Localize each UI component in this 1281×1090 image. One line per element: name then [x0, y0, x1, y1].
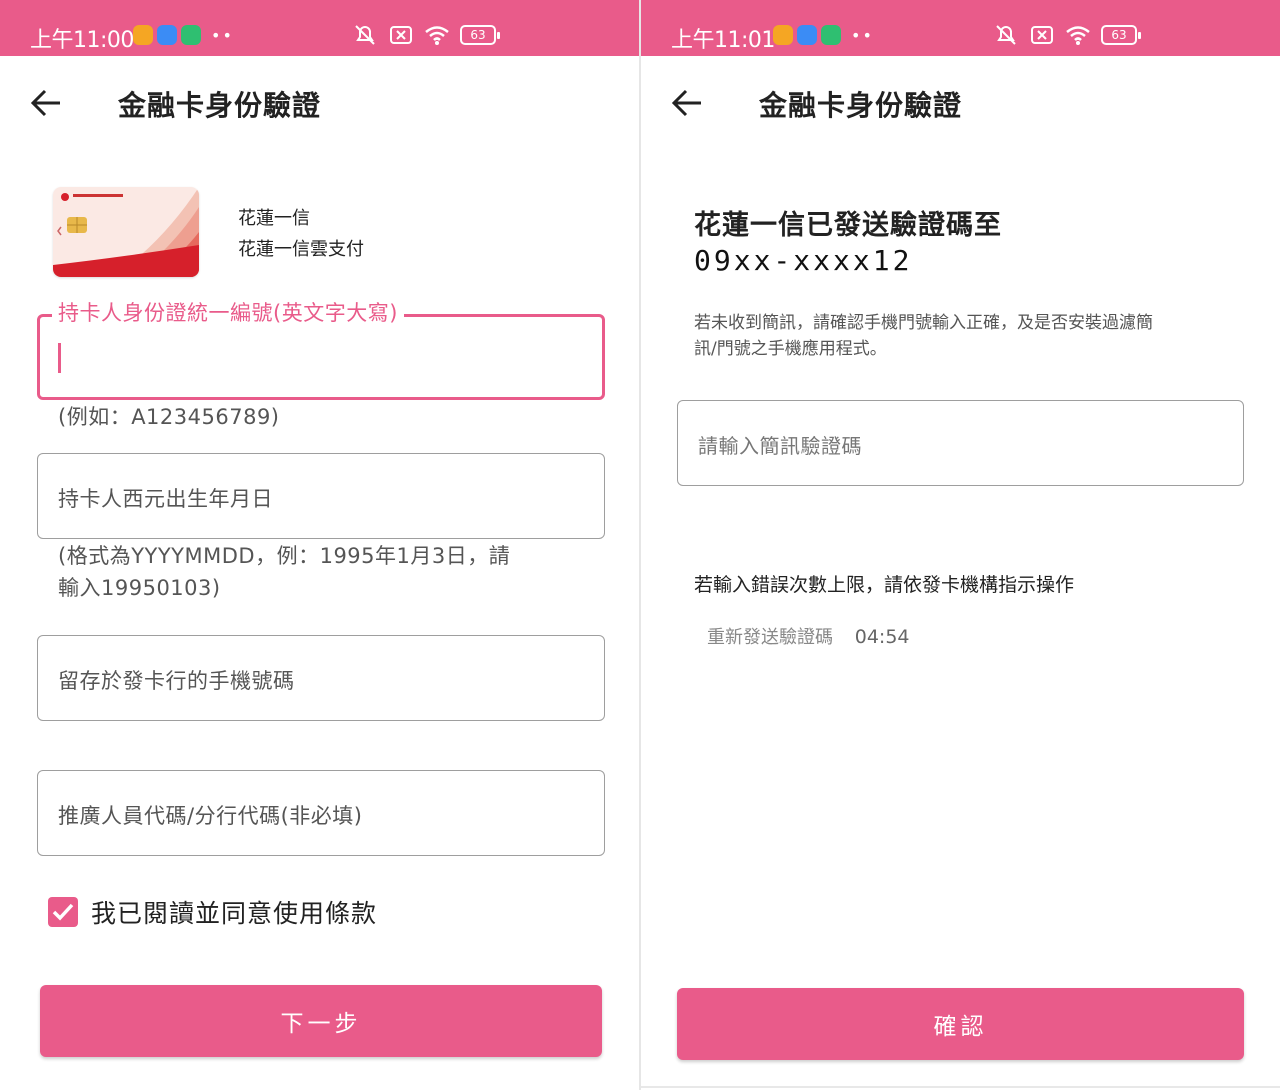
phone-input[interactable]: 留存於發卡行的手機號碼 [37, 635, 605, 721]
notification-icons: •• [133, 25, 234, 45]
app-notification-icon [821, 25, 841, 45]
masked-phone-number: 09xx-xxxx12 [694, 244, 913, 277]
app-bar: 金融卡身份驗證 [641, 56, 1280, 150]
bottom-divider [641, 1086, 1280, 1088]
page-title: 金融卡身份驗證 [118, 89, 322, 122]
otp-placeholder: 請輸入簡訊驗證碼 [698, 434, 862, 458]
app-notification-icon [797, 25, 817, 45]
resend-countdown: 04:54 [854, 626, 910, 648]
no-sim-icon [390, 26, 412, 44]
status-time: 上午11:01 [671, 28, 775, 53]
resend-row: 重新發送驗證碼 04:54 [707, 623, 910, 649]
app-notification-icon [133, 25, 153, 45]
sms-notice-line: 訊/門號之手機應用程式。 [694, 339, 887, 359]
terms-checkbox[interactable] [48, 897, 78, 927]
phone-placeholder: 留存於發卡行的手機號碼 [58, 669, 295, 693]
id-number-input[interactable]: 持卡人身份證統一編號(英文字大寫) [37, 297, 605, 400]
sms-notice: 若未收到簡訊，請確認手機門號輸入正確，及是否安裝過濾簡 訊/門號之手機應用程式。 [694, 310, 1234, 362]
no-sim-icon [1031, 26, 1053, 44]
text-cursor [58, 343, 61, 373]
birthdate-input[interactable]: 持卡人西元出生年月日 [37, 453, 605, 539]
referral-code-input[interactable]: 推廣人員代碼/分行代碼(非必填) [37, 770, 605, 856]
otp-sent-title: 花蓮一信已發送驗證碼至 [694, 210, 1002, 241]
battery-icon: 63 [460, 25, 500, 45]
mute-bell-icon [355, 25, 375, 45]
terms-label[interactable]: 我已閱讀並同意使用條款 [91, 894, 377, 930]
back-arrow-icon[interactable] [30, 86, 64, 120]
birthdate-placeholder: 持卡人西元出生年月日 [58, 487, 273, 511]
birthdate-helper: (格式為YYYYMMDD，例：1995年1月3日，請 輸入19950103) [58, 540, 510, 604]
app-bar: 金融卡身份驗證 [0, 56, 639, 150]
page-title: 金融卡身份驗證 [759, 89, 963, 122]
confirm-button[interactable]: 確認 [677, 988, 1244, 1060]
status-time: 上午11:00 [30, 28, 134, 53]
app-notification-icon [773, 25, 793, 45]
resend-code-button[interactable]: 重新發送驗證碼 [707, 627, 833, 648]
back-arrow-icon[interactable] [671, 86, 705, 120]
status-bar: 上午11:01 •• 63 [641, 0, 1280, 56]
more-notifications-icon: •• [851, 25, 874, 45]
app-notification-icon [157, 25, 177, 45]
birthdate-helper-line: (格式為YYYYMMDD，例：1995年1月3日，請 [58, 544, 511, 568]
system-icons: 63 [993, 24, 1141, 46]
screen-id-entry: 上午11:00 •• 63 金融卡身份驗證 花蓮一信 花蓮一信雲支付 持卡人身份… [0, 0, 639, 1090]
id-number-label: 持卡人身份證統一編號(英文字大寫) [52, 297, 404, 327]
notification-icons: •• [773, 25, 874, 45]
sms-notice-line: 若未收到簡訊，請確認手機門號輸入正確，及是否安裝過濾簡 [694, 313, 1153, 333]
card-product-name: 花蓮一信雲支付 [238, 239, 364, 260]
next-button[interactable]: 下一步 [40, 985, 602, 1057]
referral-code-placeholder: 推廣人員代碼/分行代碼(非必填) [58, 804, 363, 828]
mute-bell-icon [996, 25, 1016, 45]
otp-input[interactable]: 請輸入簡訊驗證碼 [677, 400, 1244, 486]
system-icons: 63 [352, 24, 500, 46]
wifi-icon [1066, 26, 1090, 45]
app-notification-icon [181, 25, 201, 45]
status-bar: 上午11:00 •• 63 [0, 0, 639, 56]
battery-icon: 63 [1101, 25, 1141, 45]
checkmark-icon [52, 903, 74, 921]
card-info: 花蓮一信 花蓮一信雲支付 [238, 203, 364, 265]
screen-otp-verification: 上午11:01 •• 63 金融卡身份驗證 花蓮一信已發送驗證碼至 09xx-x… [641, 0, 1280, 1090]
birthdate-helper-line: 輸入19950103) [58, 576, 221, 600]
wifi-icon [425, 26, 449, 45]
attempt-limit-notice: 若輸入錯誤次數上限，請依發卡機構指示操作 [694, 574, 1075, 596]
more-notifications-icon: •• [211, 25, 234, 45]
id-number-helper: (例如：A123456789) [58, 405, 280, 429]
bank-name: 花蓮一信 [238, 208, 310, 229]
debit-card-image [53, 187, 199, 277]
